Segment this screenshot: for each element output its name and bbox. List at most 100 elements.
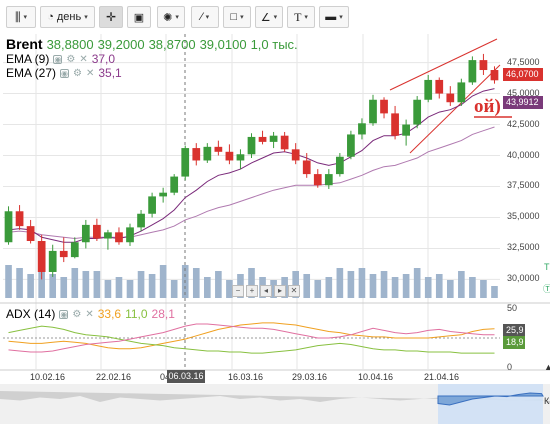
candle-down [313,174,322,186]
chart-toolbar: ⫼ ▾ ◔ день ▾ ✛ ▣ ✺ ▾ ⁄ ▾ □ ▾ ∠ ▾ T ▾ ▬ ▾ [0,0,550,34]
indicators-button[interactable]: ∠ ▾ [255,6,283,28]
volume-bar [369,274,377,298]
reset-button[interactable]: ✕ [288,285,300,297]
zoom-out-button[interactable]: − [232,285,244,297]
right-edge-glyph[interactable]: К [544,396,549,406]
minus-di-value: 11,0 [125,307,148,321]
ema9-value: 37,0 [91,52,116,66]
close-value: 39,0100 [199,36,247,52]
candle-down [214,146,223,152]
volume-bar [27,274,34,298]
adx-axis-max: 50 [507,303,518,313]
volume-bar [424,277,432,298]
image-export-button[interactable]: ▬ ▾ [319,6,349,28]
visibility-icon[interactable]: ◉ [53,54,63,64]
candle-up [457,82,466,103]
crosshair-button[interactable]: ✛ [99,6,123,28]
chevron-down-icon: ▾ [273,14,278,21]
candle-up [413,99,422,125]
volume-bar [71,268,79,298]
high-value: 39,2000 [97,36,145,52]
right-edge-glyph[interactable]: Ⓣ [543,282,550,295]
annotation-text[interactable]: ой) [474,96,501,118]
visibility-icon[interactable]: ◉ [60,68,70,78]
settings-icon[interactable]: ⚙ [73,68,82,79]
zoom-in-button[interactable]: + [246,285,258,297]
clock-icon: ◔ [47,11,54,23]
x-label: 16.03.16 [228,372,264,382]
fullscreen-button[interactable]: ▣ [127,6,151,28]
candle-up [181,148,190,177]
volume-bar [325,277,333,298]
candle-down [225,151,234,161]
volume-bar [458,271,465,298]
text-tool-button[interactable]: T ▾ [287,6,315,28]
adx-label: ADX (14) [6,307,56,321]
close-icon[interactable]: ✕ [86,68,94,79]
candle-down [291,149,300,161]
volume-bar [336,268,344,298]
close-icon[interactable]: ✕ [85,309,93,320]
volume-bar [16,268,23,298]
shapes-button[interactable]: □ ▾ [223,6,251,28]
theme-button[interactable]: ✺ ▾ [157,6,185,28]
right-edge-glyph[interactable]: ▲ [544,362,550,372]
candle-down [391,113,399,136]
y-axis-label: 35,0000 [507,211,540,222]
right-edge-glyph[interactable]: T [544,262,550,272]
ema27-legend: EMA (27) ◉ ⚙ ✕ 35,1 [6,66,122,80]
candles-icon: ⫼ [14,9,21,24]
period-label: день [56,11,82,23]
volume-bar [491,286,498,298]
settings-icon[interactable]: ⚙ [72,309,81,320]
volume-bar [137,271,145,298]
candle-down [280,135,289,150]
visibility-icon[interactable]: ◉ [59,309,69,319]
volume-bar [104,280,112,298]
sun-icon: ✺ [163,11,173,24]
square-icon: □ [230,11,238,23]
candle-down [93,224,101,239]
main-legend: Brent 38,8800 39,2000 38,8700 39,0100 1,… [6,36,298,52]
candle-up [81,224,90,243]
candle-down [490,70,499,81]
period-button[interactable]: ◔ день ▾ [40,6,95,28]
y-axis-label: 37,5000 [507,180,540,191]
scroll-right-button[interactable]: ▸ [274,285,286,297]
candle-down [258,136,267,142]
candle-down [302,160,311,175]
price-chart[interactable] [0,34,550,425]
volume-bar [480,280,487,298]
volume-bar [215,271,222,298]
candle-up [159,192,168,197]
candle-up [324,174,333,186]
settings-icon[interactable]: ⚙ [66,54,75,65]
y-axis-label: 30,0000 [507,273,540,284]
volume-bar [5,265,12,298]
candle-up [203,146,212,161]
volume-bar [60,277,68,298]
draw-line-button[interactable]: ⁄ ▾ [191,6,219,28]
candle-down [446,93,455,103]
close-icon[interactable]: ✕ [79,54,87,65]
ema27-value: 35,1 [98,66,122,80]
candle-down [59,250,68,258]
chevron-down-icon: ▾ [175,14,179,21]
open-value: 38,8800 [46,36,94,52]
ema9-legend: EMA (9) ◉ ⚙ ✕ 37,0 [6,52,115,66]
candle-up [4,211,13,243]
candle-down [479,60,488,71]
crosshair-icon: ✛ [105,10,117,24]
chevron-down-icon: ▾ [205,14,210,21]
candle-up [269,135,278,142]
candle-up [335,156,344,175]
volume-bar [49,274,57,298]
volume-bar [347,271,355,298]
ema9-label: EMA (9) [6,52,50,66]
chart-type-button[interactable]: ⫼ ▾ [6,6,36,28]
volume-bar [303,274,311,298]
scroll-left-button[interactable]: ◂ [260,285,272,297]
x-label: 22.02.16 [96,372,132,382]
candle-up [347,134,355,157]
candle-up [402,124,410,136]
